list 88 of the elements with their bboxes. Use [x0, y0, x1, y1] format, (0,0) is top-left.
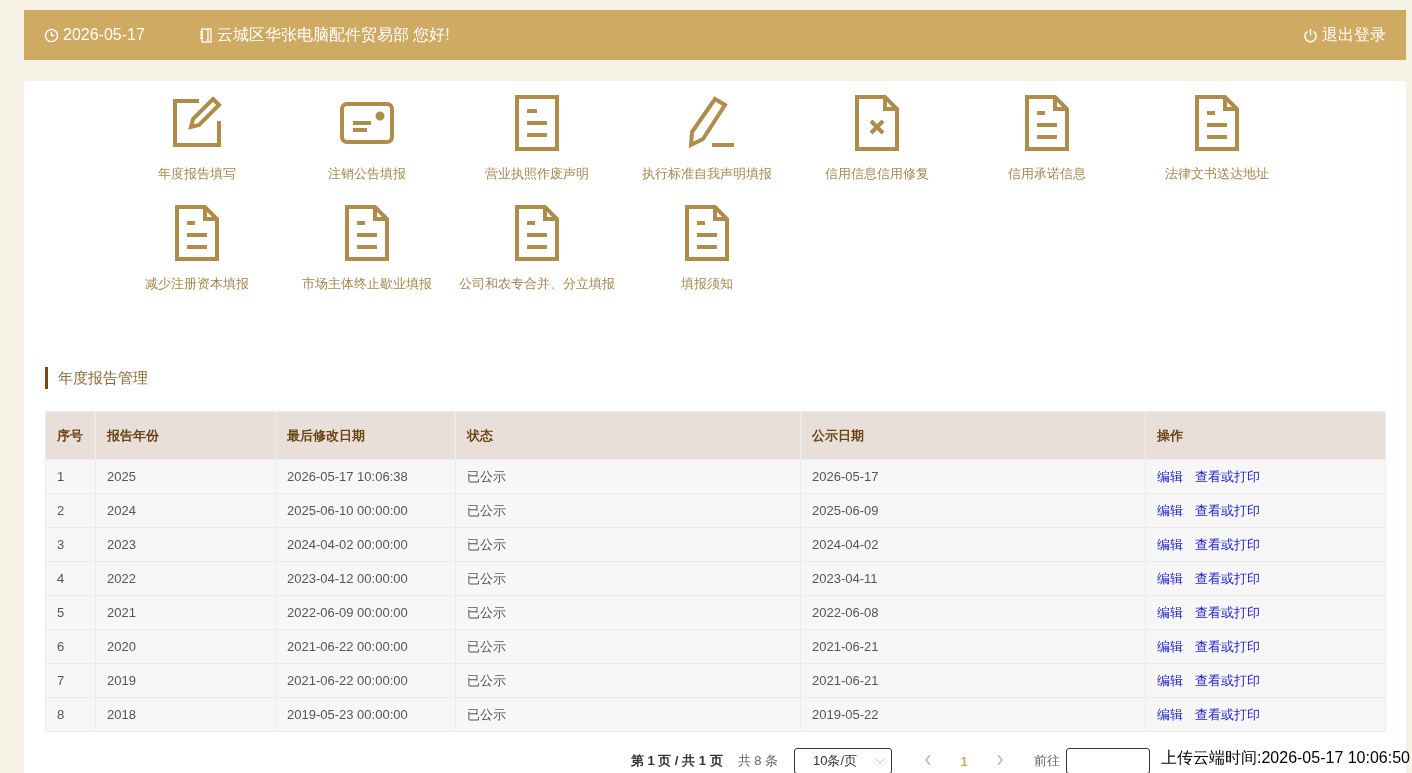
page-info: 第 1 页 / 共 1 页	[630, 752, 723, 770]
chevron-left-icon	[924, 753, 932, 766]
action-link[interactable]: 查看或打印	[1195, 536, 1260, 552]
table-cell: 2022-06-09 00:00:00	[275, 595, 456, 630]
table-cell: 2021-06-22 00:00:00	[275, 629, 456, 664]
shortcut-tile[interactable]: 营业执照作废声明	[452, 95, 622, 205]
shortcut-tile[interactable]: 填报须知	[622, 205, 792, 315]
upload-time-text: 上传云端时间:2026-05-17 10:06:50	[1161, 748, 1410, 768]
action-link[interactable]: 编辑	[1157, 468, 1183, 484]
table-cell: 5	[45, 595, 96, 630]
table-cell: 2025	[95, 459, 276, 494]
table-cell: 已公示	[455, 561, 801, 596]
shortcut-tile[interactable]: 公司和农专合并、分立填报	[452, 205, 622, 315]
page-size-select[interactable]: 10条/页	[794, 748, 892, 773]
action-link[interactable]: 编辑	[1157, 536, 1183, 552]
table-cell: 8	[45, 697, 96, 732]
action-link[interactable]: 编辑	[1157, 638, 1183, 654]
table-cell: 2	[45, 493, 96, 528]
table-cell: 2025-06-09	[800, 493, 1146, 528]
total-count: 共 8 条	[737, 752, 778, 770]
table-cell: 3	[45, 527, 96, 562]
column-header: 状态	[455, 411, 801, 460]
table-cell: 2022-06-08	[800, 595, 1146, 630]
action-link[interactable]: 查看或打印	[1195, 672, 1260, 688]
action-link[interactable]: 查看或打印	[1195, 604, 1260, 620]
goto-page-field[interactable]	[1066, 748, 1150, 773]
current-date: 2026-05-17	[63, 26, 145, 44]
table-cell: 已公示	[455, 459, 801, 494]
action-link[interactable]: 编辑	[1157, 672, 1183, 688]
action-link[interactable]: 编辑	[1157, 570, 1183, 586]
action-link[interactable]: 查看或打印	[1195, 570, 1260, 586]
table-cell: 2019-05-22	[800, 697, 1146, 732]
table-cell: 6	[45, 629, 96, 664]
action-link[interactable]: 编辑	[1157, 502, 1183, 518]
table-cell: 2023-04-12 00:00:00	[275, 561, 456, 596]
shortcut-tile[interactable]: 法律文书送达地址	[1132, 95, 1302, 205]
table-cell: 2021-06-22 00:00:00	[275, 663, 456, 698]
shortcut-tile[interactable]: 市场主体终止歇业填报	[282, 205, 452, 315]
shortcut-tile[interactable]: 信用承诺信息	[962, 95, 1132, 205]
action-link[interactable]: 编辑	[1157, 706, 1183, 722]
column-header: 操作	[1145, 411, 1386, 460]
clock-icon	[44, 27, 59, 43]
table-cell: 2021-06-21	[800, 663, 1146, 698]
table-cell: 4	[45, 561, 96, 596]
table-cell: 2021-06-21	[800, 629, 1146, 664]
table-cell: 已公示	[455, 663, 801, 698]
goto-label: 前往	[1034, 752, 1060, 770]
column-header: 公示日期	[800, 411, 1146, 460]
column-header: 最后修改日期	[275, 411, 456, 460]
table-cell: 2026-05-17	[800, 459, 1146, 494]
table-cell: 已公示	[455, 697, 801, 732]
action-link[interactable]: 编辑	[1157, 604, 1183, 620]
table-cell: 2021	[95, 595, 276, 630]
table-cell: 已公示	[455, 629, 801, 664]
table-cell: 7	[45, 663, 96, 698]
table-cell: 2025-06-10 00:00:00	[275, 493, 456, 528]
chevron-down-icon	[875, 758, 885, 764]
shortcut-tile[interactable]: 执行标准自我声明填报	[622, 95, 792, 205]
table-cell: 已公示	[455, 493, 801, 528]
shortcut-tile[interactable]: 信用信息信用修复	[792, 95, 962, 205]
table-cell: 已公示	[455, 595, 801, 630]
shortcut-tile[interactable]: 注销公告填报	[282, 95, 452, 205]
shortcut-tile[interactable]: 年度报告填写	[112, 95, 282, 205]
column-header: 报告年份	[95, 411, 276, 460]
table-cell: 2024-04-02	[800, 527, 1146, 562]
table-cell: 已公示	[455, 527, 801, 562]
action-link[interactable]: 查看或打印	[1195, 638, 1260, 654]
power-icon	[1303, 27, 1318, 43]
table-cell: 2020	[95, 629, 276, 664]
chevron-right-icon	[996, 753, 1004, 766]
table-cell: 2022	[95, 561, 276, 596]
table-cell: 2023-04-11	[800, 561, 1146, 596]
greeting-text: 云城区华张电脑配件贸易部 您好!	[216, 24, 450, 45]
notebook-icon	[199, 27, 213, 43]
action-link[interactable]: 查看或打印	[1195, 468, 1260, 484]
table-cell: 2024	[95, 493, 276, 528]
table-cell: 2026-05-17 10:06:38	[275, 459, 456, 494]
table-cell: 2023	[95, 527, 276, 562]
section-title: 年度报告管理	[45, 367, 1386, 389]
table-cell: 1	[45, 459, 96, 494]
table-cell: 2018	[95, 697, 276, 732]
table-cell: 2019-05-23 00:00:00	[275, 697, 456, 732]
action-link[interactable]: 查看或打印	[1195, 706, 1260, 722]
action-link[interactable]: 查看或打印	[1195, 502, 1260, 518]
column-header: 序号	[45, 411, 96, 460]
shortcut-tile[interactable]: 减少注册资本填报	[112, 205, 282, 315]
table-cell: 2024-04-02 00:00:00	[275, 527, 456, 562]
table-cell: 2019	[95, 663, 276, 698]
